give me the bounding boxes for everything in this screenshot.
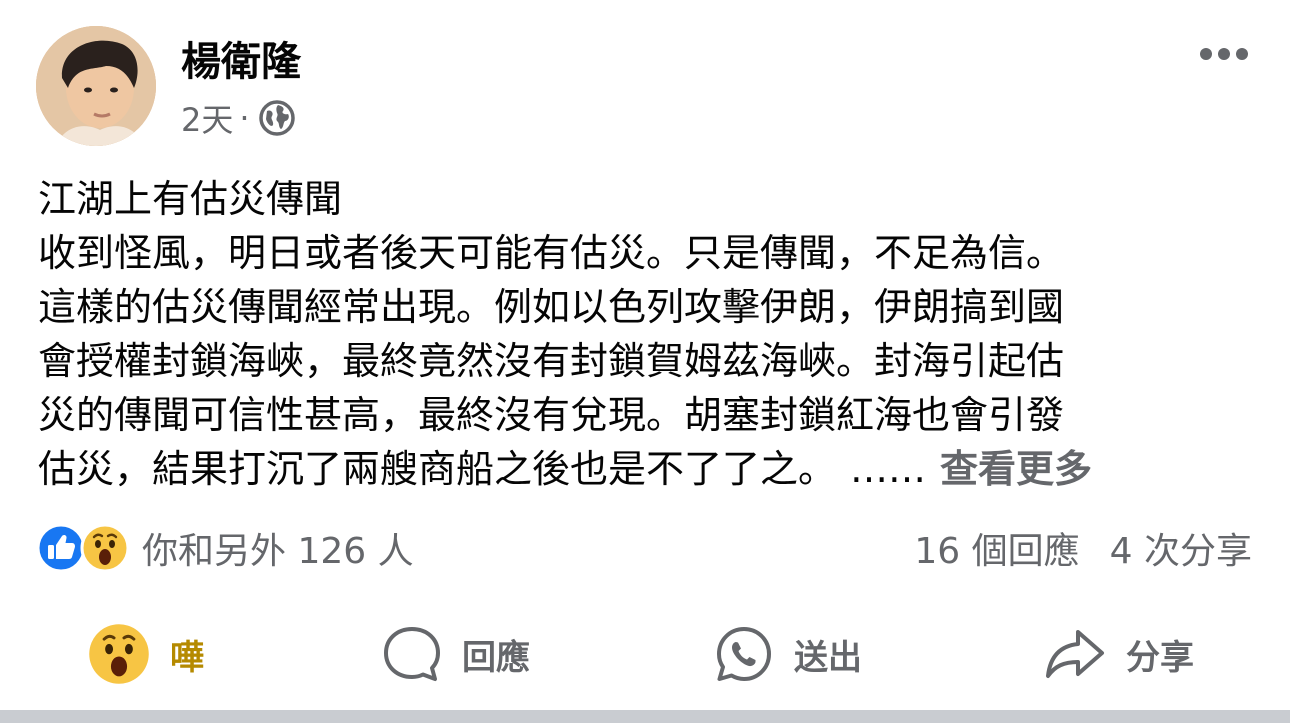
- post-stats: 16 個回應 4 次分享: [914, 520, 1252, 576]
- wow-icon: [89, 624, 149, 684]
- action-bar: 嘩 回應 送出 分享: [0, 614, 1290, 694]
- post-body: 江湖上有估災傳聞 收到怪風，明日或者後天可能有估災。只是傳聞，不足為信。 這樣的…: [38, 172, 1254, 496]
- share-count-link[interactable]: 4 次分享: [1110, 522, 1252, 574]
- like-icon: [36, 523, 86, 573]
- comment-icon: [384, 627, 440, 681]
- facebook-post: 楊衛隆 2天 · 江湖上有估災傳聞 收到怪風，明日或者後天可能有估災。只是傳聞，…: [0, 0, 1290, 723]
- avatar-photo: [36, 26, 156, 146]
- comment-label: 回應: [462, 637, 530, 678]
- more-dot-icon: [1218, 48, 1230, 60]
- post-text-line: 會授權封鎖海峽，最終竟然沒有封鎖賀姆茲海峽。封海引起估: [38, 339, 1065, 383]
- reactions-summary[interactable]: 你和另外 126 人: [36, 520, 414, 576]
- share-button[interactable]: 分享: [1044, 614, 1194, 694]
- post-time[interactable]: 2天: [181, 95, 233, 141]
- whatsapp-icon: [717, 627, 771, 681]
- reaction-count: 你和另外 126 人: [142, 531, 414, 572]
- more-dot-icon: [1200, 48, 1212, 60]
- share-arrow-icon: [1046, 630, 1104, 678]
- post-divider: [0, 710, 1290, 723]
- wow-reaction-button[interactable]: 嘩: [88, 614, 204, 694]
- more-options-button[interactable]: [1192, 32, 1256, 76]
- author-name[interactable]: 楊衛隆: [181, 36, 301, 88]
- send-label: 送出: [794, 637, 862, 678]
- reaction-icons: [36, 523, 130, 573]
- comment-button[interactable]: 回應: [382, 614, 530, 694]
- more-dot-icon: [1236, 48, 1248, 60]
- meta-separator: ·: [239, 99, 250, 137]
- globe-icon: [258, 100, 295, 136]
- post-text-last-line: 估災，結果打沉了兩艘商船之後也是不了了之。 …… 查看更多: [38, 442, 1254, 496]
- post-text-line: 這樣的估災傳聞經常出現。例如以色列攻擊伊朗，伊朗搞到國: [38, 285, 1065, 329]
- comment-count-link[interactable]: 16 個回應: [914, 522, 1079, 574]
- ellipsis: ……: [850, 447, 927, 491]
- post-text-line: 估災，結果打沉了兩艘商船之後也是不了了之。: [38, 447, 837, 491]
- post-text-line: 收到怪風，明日或者後天可能有估災。只是傳聞，不足為信。: [38, 231, 1065, 275]
- see-more-link[interactable]: 查看更多: [940, 447, 1092, 491]
- wow-icon: [80, 523, 130, 573]
- post-meta: 2天 ·: [181, 96, 296, 140]
- post-text-line: 江湖上有估災傳聞: [38, 177, 343, 221]
- avatar[interactable]: [36, 26, 156, 146]
- post-text-line: 災的傳聞可信性甚高，最終沒有兌現。胡塞封鎖紅海也會引發: [38, 393, 1065, 437]
- send-button[interactable]: 送出: [714, 614, 862, 694]
- share-label: 分享: [1126, 637, 1194, 678]
- wow-label: 嘩: [170, 637, 204, 678]
